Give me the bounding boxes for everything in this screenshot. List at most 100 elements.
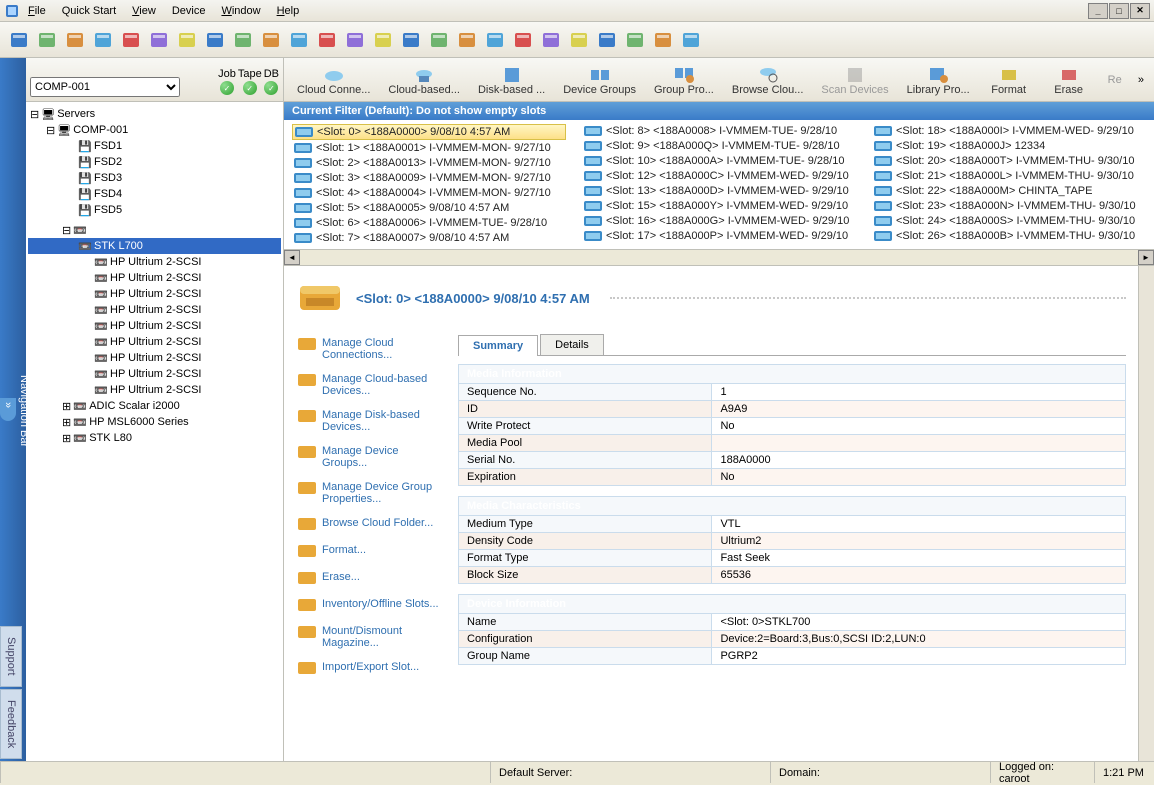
toolbar-icon-22[interactable] — [622, 27, 648, 53]
tree-fsd4[interactable]: 💾FSD4 — [28, 186, 281, 202]
toolbar-icon-20[interactable] — [566, 27, 592, 53]
server-tree[interactable]: ⊟ 🖥Servers ⊟ 🖥COMP-001 💾FSD1💾FSD2💾FSD3💾F… — [26, 102, 283, 761]
slot-row[interactable]: <Slot: 0> <188A0000> 9/08/10 4:57 AM — [292, 124, 566, 140]
slot-row[interactable]: <Slot: 20> <188A000T> I-VMMEM-THU- 9/30/… — [872, 154, 1146, 168]
slot-row[interactable]: <Slot: 13> <188A000D> I-VMMEM-WED- 9/29/… — [582, 184, 856, 198]
minimize-button[interactable]: _ — [1088, 3, 1108, 19]
toolbar-icon-4[interactable] — [118, 27, 144, 53]
btn-device-groups[interactable]: Device Groups — [554, 61, 645, 99]
toolbar-icon-0[interactable] — [6, 27, 32, 53]
action-import-export[interactable]: Import/Export Slot... — [296, 658, 446, 679]
slot-row[interactable]: <Slot: 16> <188A000G> I-VMMEM-WED- 9/29/… — [582, 214, 856, 228]
tree-hp-drive-4[interactable]: 📼HP Ultrium 2-SCSI — [28, 318, 281, 334]
tree-fsd3[interactable]: 💾FSD3 — [28, 170, 281, 186]
menu-device[interactable]: Device — [164, 3, 214, 19]
toolbar-icon-7[interactable] — [202, 27, 228, 53]
slot-row[interactable]: <Slot: 6> <188A0006> I-VMMEM-TUE- 9/28/1… — [292, 216, 566, 230]
tree-l80[interactable]: ⊞ 📼STK L80 — [28, 430, 281, 446]
toolbar-icon-21[interactable] — [594, 27, 620, 53]
slot-row[interactable]: <Slot: 9> <188A000Q> I-VMMEM-TUE- 9/28/1… — [582, 139, 856, 153]
toolbar-icon-14[interactable] — [398, 27, 424, 53]
menu-quickstart[interactable]: Quick Start — [54, 3, 124, 19]
toolbar-icon-23[interactable] — [650, 27, 676, 53]
toolbar-icon-8[interactable] — [230, 27, 256, 53]
toolbar-icon-19[interactable] — [538, 27, 564, 53]
tree-msl[interactable]: ⊞ 📼HP MSL6000 Series — [28, 414, 281, 430]
toolbar-icon-24[interactable] — [678, 27, 704, 53]
tree-servers[interactable]: ⊟ 🖥Servers — [28, 106, 281, 122]
tree-fsd5[interactable]: 💾FSD5 — [28, 202, 281, 218]
slot-row[interactable]: <Slot: 2> <188A0013> I-VMMEM-MON- 9/27/1… — [292, 156, 566, 170]
action-manage-cloud-conn[interactable]: Manage Cloud Connections... — [296, 334, 446, 364]
tree-hp-drive-6[interactable]: 📼HP Ultrium 2-SCSI — [28, 350, 281, 366]
slot-row[interactable]: <Slot: 23> <188A000N> I-VMMEM-THU- 9/30/… — [872, 199, 1146, 213]
action-erase[interactable]: Erase... — [296, 568, 446, 589]
tree-fsd1[interactable]: 💾FSD1 — [28, 138, 281, 154]
slot-row[interactable]: <Slot: 5> <188A0005> 9/08/10 4:57 AM — [292, 201, 566, 215]
action-manage-group-props[interactable]: Manage Device Group Properties... — [296, 478, 446, 508]
close-button[interactable]: ✕ — [1130, 3, 1150, 19]
slot-row[interactable]: <Slot: 12> <188A000C> I-VMMEM-WED- 9/29/… — [582, 169, 856, 183]
menu-window[interactable]: Window — [213, 3, 268, 19]
tree-hp-drive-7[interactable]: 📼HP Ultrium 2-SCSI — [28, 366, 281, 382]
toolbar-icon-16[interactable] — [454, 27, 480, 53]
maximize-button[interactable]: □ — [1109, 3, 1129, 19]
action-manage-cloud-devices[interactable]: Manage Cloud-based Devices... — [296, 370, 446, 400]
slot-row[interactable]: <Slot: 1> <188A0001> I-VMMEM-MON- 9/27/1… — [292, 141, 566, 155]
slot-row[interactable]: <Slot: 10> <188A000A> I-VMMEM-TUE- 9/28/… — [582, 154, 856, 168]
toolbar-overflow[interactable]: » — [1132, 74, 1150, 86]
nav-collapse-button[interactable]: » — [0, 398, 16, 420]
slot-row[interactable]: <Slot: 24> <188A000S> I-VMMEM-THU- 9/30/… — [872, 214, 1146, 228]
toolbar-icon-6[interactable] — [174, 27, 200, 53]
toolbar-icon-13[interactable] — [370, 27, 396, 53]
toolbar-icon-9[interactable] — [258, 27, 284, 53]
btn-format[interactable]: Format — [979, 61, 1039, 99]
action-browse-cloud[interactable]: Browse Cloud Folder... — [296, 514, 446, 535]
btn-browse-cloud[interactable]: Browse Clou... — [723, 61, 813, 99]
tree-hp-drive-2[interactable]: 📼HP Ultrium 2-SCSI — [28, 286, 281, 302]
detail-scrollbar[interactable] — [1138, 266, 1154, 761]
btn-library-properties[interactable]: Library Pro... — [898, 61, 979, 99]
toolbar-icon-12[interactable] — [342, 27, 368, 53]
slot-row[interactable]: <Slot: 15> <188A000Y> I-VMMEM-WED- 9/29/… — [582, 199, 856, 213]
toolbar-icon-17[interactable] — [482, 27, 508, 53]
tree-hp-drive-5[interactable]: 📼HP Ultrium 2-SCSI — [28, 334, 281, 350]
tab-summary[interactable]: Summary — [458, 335, 538, 356]
slot-row[interactable]: <Slot: 22> <188A000M> CHINTA_TAPE — [872, 184, 1146, 198]
action-inventory[interactable]: Inventory/Offline Slots... — [296, 595, 446, 616]
slot-row[interactable]: <Slot: 4> <188A0004> I-VMMEM-MON- 9/27/1… — [292, 186, 566, 200]
tree-hp-drive-0[interactable]: 📼HP Ultrium 2-SCSI — [28, 254, 281, 270]
slot-row[interactable]: <Slot: 8> <188A0008> I-VMMEM-TUE- 9/28/1… — [582, 124, 856, 138]
support-tab[interactable]: Support — [0, 626, 22, 687]
toolbar-icon-11[interactable] — [314, 27, 340, 53]
btn-erase[interactable]: Erase — [1039, 61, 1099, 99]
slot-row[interactable]: <Slot: 21> <188A000L> I-VMMEM-THU- 9/30/… — [872, 169, 1146, 183]
feedback-tab[interactable]: Feedback — [0, 689, 22, 759]
btn-cloud-connections[interactable]: Cloud Conne... — [288, 61, 379, 99]
toolbar-icon-1[interactable] — [34, 27, 60, 53]
toolbar-icon-3[interactable] — [90, 27, 116, 53]
tree-hp-drive-3[interactable]: 📼HP Ultrium 2-SCSI — [28, 302, 281, 318]
slot-row[interactable]: <Slot: 19> <188A000J> 12334 — [872, 139, 1146, 153]
action-manage-device-groups[interactable]: Manage Device Groups... — [296, 442, 446, 472]
menu-help[interactable]: Help — [269, 3, 308, 19]
btn-disk-based[interactable]: Disk-based ... — [469, 61, 554, 99]
btn-group-properties[interactable]: Group Pro... — [645, 61, 723, 99]
action-manage-disk-devices[interactable]: Manage Disk-based Devices... — [296, 406, 446, 436]
tree-fsd2[interactable]: 💾FSD2 — [28, 154, 281, 170]
tree-adic[interactable]: ⊞ 📼ADIC Scalar i2000 — [28, 398, 281, 414]
slot-row[interactable]: <Slot: 7> <188A0007> 9/08/10 4:57 AM — [292, 231, 566, 245]
slot-scrollbar[interactable]: ◄► — [284, 249, 1154, 265]
server-combo[interactable]: COMP-001 — [30, 77, 180, 97]
toolbar-icon-5[interactable] — [146, 27, 172, 53]
slot-row[interactable]: <Slot: 17> <188A000P> I-VMMEM-WED- 9/29/… — [582, 229, 856, 243]
action-format[interactable]: Format... — [296, 541, 446, 562]
tree-stk-parent[interactable]: ⊟ 📼 — [28, 222, 281, 238]
action-mount[interactable]: Mount/Dismount Magazine... — [296, 622, 446, 652]
btn-cloud-based[interactable]: Cloud-based... — [379, 61, 469, 99]
tree-stk-l700[interactable]: 📼STK L700 — [28, 238, 281, 254]
toolbar-icon-18[interactable] — [510, 27, 536, 53]
toolbar-icon-10[interactable] — [286, 27, 312, 53]
tree-hp-drive-8[interactable]: 📼HP Ultrium 2-SCSI — [28, 382, 281, 398]
slot-row[interactable]: <Slot: 26> <188A000B> I-VMMEM-THU- 9/30/… — [872, 229, 1146, 243]
